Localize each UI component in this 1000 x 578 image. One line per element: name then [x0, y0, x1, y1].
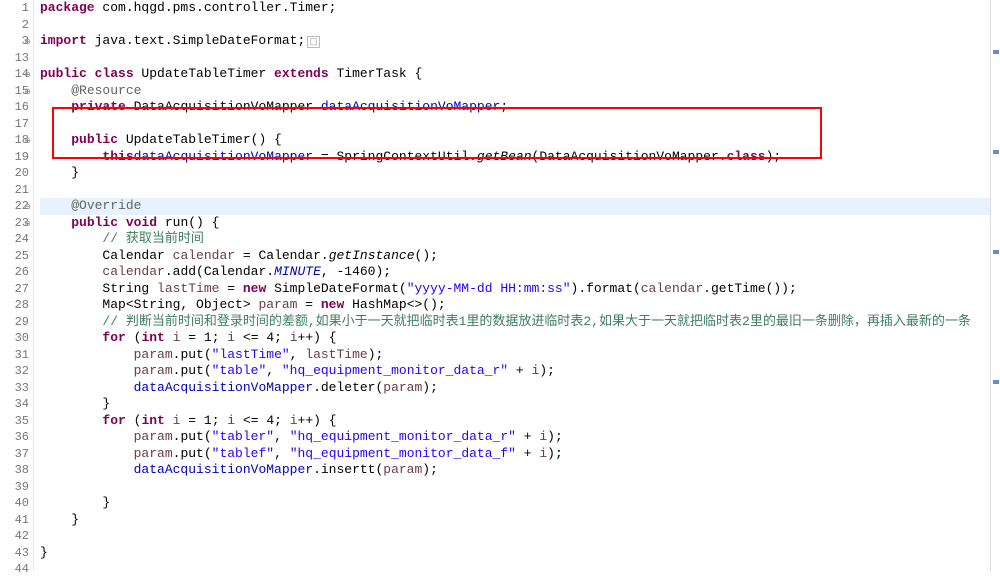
var: lastTime: [157, 281, 219, 296]
var: calendar: [102, 264, 164, 279]
var: calendar: [173, 248, 235, 263]
brace: }: [102, 495, 110, 510]
line-num: 25: [15, 249, 29, 263]
string: "yyyy-MM-dd HH:mm:ss": [407, 281, 571, 296]
line-num: 20: [15, 166, 29, 180]
line-num: 41: [15, 513, 29, 527]
ruler-mark: [993, 250, 999, 254]
kw: public void: [71, 215, 165, 230]
line-num: 42: [15, 529, 29, 543]
line-num: 34: [15, 397, 29, 411]
brace: }: [71, 512, 79, 527]
line-num: 35: [15, 414, 29, 428]
brace: }: [102, 396, 110, 411]
line-num: 17: [15, 117, 29, 131]
ruler-mark: [993, 50, 999, 54]
field: dataAcquisitionVoMapper: [321, 99, 500, 114]
line-num: 33: [15, 381, 29, 395]
kw: public class: [40, 66, 141, 81]
kw: class: [727, 149, 766, 164]
line-num: 36: [15, 430, 29, 444]
collapsed-icon[interactable]: ▢: [307, 36, 320, 48]
kw: private: [71, 99, 133, 114]
comment: // 判断当前时间和登录时间的差额,如果小于一天就把临时表1里的数据放进临时表2…: [102, 314, 970, 329]
kw-package: package: [40, 0, 102, 15]
annotation: @Override: [71, 198, 141, 213]
type: DataAcquisitionVoMapper: [134, 99, 321, 114]
line-num: 38: [15, 463, 29, 477]
line-num: 26: [15, 265, 29, 279]
line-num: 43: [15, 546, 29, 560]
line-number-gutter[interactable]: 1 2 3⊕ 13 14⊖ 15⊖ 16 17 18⊖ 19 20 21 22⊖…: [0, 0, 34, 571]
super: TimerTask {: [336, 66, 422, 81]
line-num: 37: [15, 447, 29, 461]
line-num: 28: [15, 298, 29, 312]
field: dataAcquisitionVoMapper: [134, 149, 313, 164]
line-num: 32: [15, 364, 29, 378]
const: MINUTE: [274, 264, 321, 279]
ruler-mark: [993, 150, 999, 154]
line-num: 27: [15, 282, 29, 296]
line-num: 16: [15, 100, 29, 114]
static-call: getBean: [477, 149, 532, 164]
kw-this: this: [102, 149, 133, 164]
brace: }: [40, 545, 48, 560]
line-num: 2: [22, 18, 29, 32]
line-num: 19: [15, 150, 29, 164]
code-editor[interactable]: package com.hqgd.pms.controller.Timer; i…: [34, 0, 1000, 571]
brace: }: [71, 165, 79, 180]
line-num: 44: [15, 562, 29, 576]
ruler-mark: [993, 380, 999, 384]
line-num: 30: [15, 331, 29, 345]
annotation: @Resource: [71, 83, 141, 98]
kw: extends: [274, 66, 336, 81]
kw: public: [71, 132, 126, 147]
overview-ruler[interactable]: [990, 0, 1000, 571]
import-name: java.text.SimpleDateFormat;: [95, 33, 306, 48]
ctor: UpdateTableTimer() {: [126, 132, 282, 147]
line-num: 40: [15, 496, 29, 510]
line-num: 31: [15, 348, 29, 362]
line-num: 13: [15, 51, 29, 65]
comment: // 获取当前时间: [102, 231, 203, 246]
pkg-name: com.hqgd.pms.controller.Timer;: [102, 0, 336, 15]
class-name: UpdateTableTimer: [141, 66, 274, 81]
line-num: 21: [15, 183, 29, 197]
method: run() {: [165, 215, 220, 230]
line-num: 1: [22, 1, 29, 15]
var: param: [258, 297, 297, 312]
line-num: 29: [15, 315, 29, 329]
static-call: getInstance: [329, 248, 415, 263]
line-num: 24: [15, 232, 29, 246]
kw-import: import: [40, 33, 95, 48]
line-num: 39: [15, 480, 29, 494]
